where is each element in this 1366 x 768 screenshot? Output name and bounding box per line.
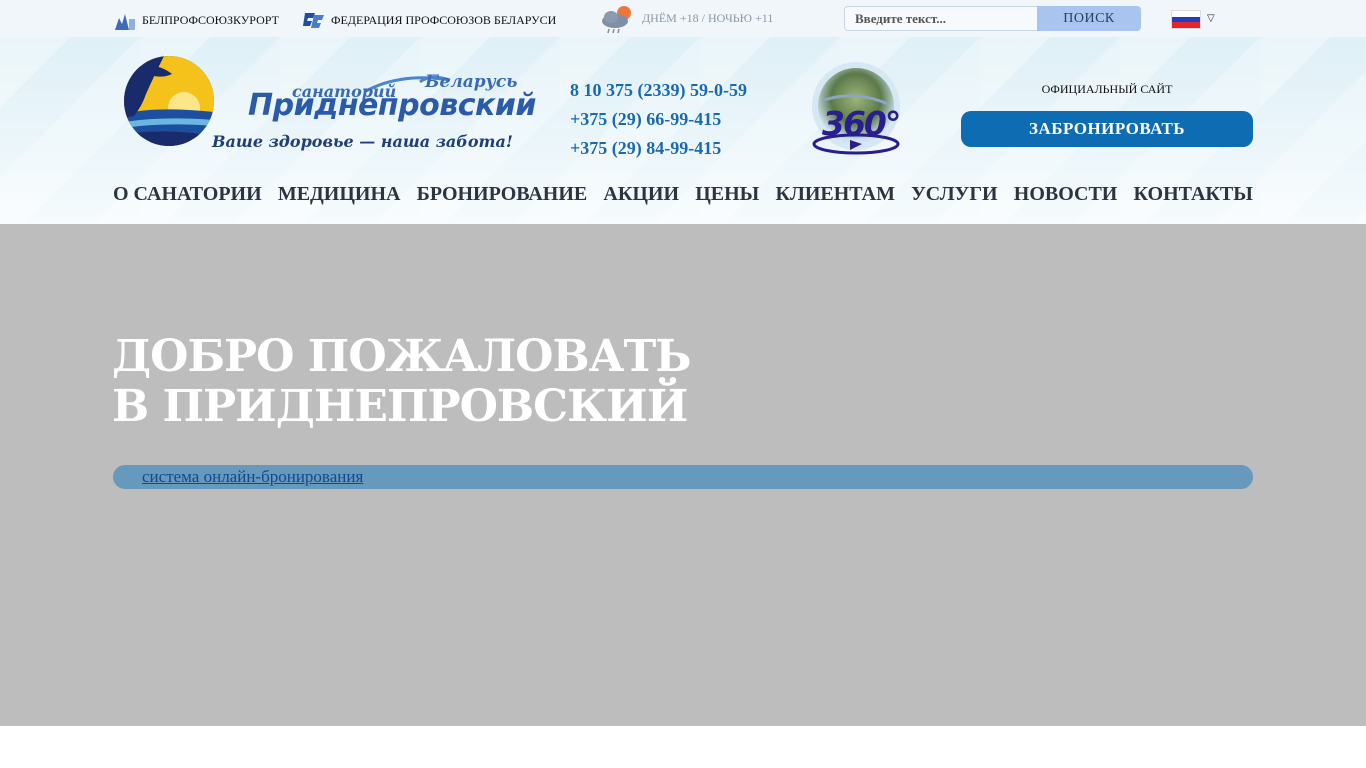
hero-banner: ДОБРО ПОЖАЛОВАТЬ В ПРИДНЕПРОВСКИЙ систем… [0, 224, 1366, 726]
logo-slogan: Ваше здоровье — наша забота! [212, 132, 513, 151]
logo-name: Приднепровский [248, 88, 536, 123]
book-button[interactable]: ЗАБРОНИРОВАТЬ [961, 111, 1253, 147]
panorama-label: 360° [822, 104, 901, 143]
nav-item-booking[interactable]: БРОНИРОВАНИЕ [417, 183, 588, 206]
nav-item-prices[interactable]: ЦЕНЫ [695, 183, 759, 206]
panorama-360-icon[interactable]: 360° [806, 60, 906, 160]
phone-list: 8 10 375 (2339) 59-0-59 +375 (29) 66-99-… [570, 76, 747, 163]
online-booking-link[interactable]: система онлайн-бронирования [142, 467, 363, 487]
nav-item-clients[interactable]: КЛИЕНТАМ [775, 183, 895, 206]
belprofsoyuzkurort-label: БЕЛПРОФСОЮЗКУРОРТ [142, 12, 279, 27]
phone-link[interactable]: +375 (29) 66-99-415 [570, 105, 747, 134]
nav-item-medicine[interactable]: МЕДИЦИНА [278, 183, 401, 206]
hero-title-line: ДОБРО ПОЖАЛОВАТЬ [112, 331, 692, 382]
fpb-link[interactable]: ФЕДЕРАЦИЯ ПРОФСОЮЗОВ БЕЛАРУСИ [302, 10, 556, 30]
nav-item-news[interactable]: НОВОСТИ [1014, 183, 1118, 206]
weather-forecast: ДНЁМ +18 / НОЧЬЮ +11 [642, 11, 774, 25]
hero-title-line: В ПРИДНЕПРОВСКИЙ [112, 381, 688, 432]
online-booking-bar: система онлайн-бронирования [113, 465, 1253, 489]
phone-link[interactable]: 8 10 375 (2339) 59-0-59 [570, 76, 747, 105]
nav-item-about[interactable]: О САНАТОРИИ [113, 183, 262, 206]
top-bar: БЕЛПРОФСОЮЗКУРОРТ ФЕДЕРАЦИЯ ПРОФСОЮЗОВ Б… [0, 0, 1366, 37]
sanatorium-logo[interactable]: санаторий Беларусь Приднепровский Ваше з… [212, 70, 536, 156]
main-nav: О САНАТОРИИ МЕДИЦИНА БРОНИРОВАНИЕ АКЦИИ … [113, 183, 1253, 206]
belprofsoyuzkurort-logo-icon [115, 14, 135, 30]
search-input[interactable] [844, 6, 1038, 31]
sanatorium-emblem-icon[interactable] [124, 56, 214, 146]
cloud-rain-sun-icon [602, 6, 631, 34]
russia-flag-icon[interactable] [1171, 10, 1201, 29]
fpb-logo-icon [303, 13, 324, 28]
hero-title: ДОБРО ПОЖАЛОВАТЬ В ПРИДНЕПРОВСКИЙ [112, 331, 692, 432]
nav-item-promotions[interactable]: АКЦИИ [603, 183, 679, 206]
fpb-label: ФЕДЕРАЦИЯ ПРОФСОЮЗОВ БЕЛАРУСИ [331, 12, 557, 27]
nav-item-services[interactable]: УСЛУГИ [911, 183, 997, 206]
nav-item-contacts[interactable]: КОНТАКТЫ [1134, 183, 1253, 206]
search-button[interactable]: ПОИСК [1037, 6, 1141, 31]
chevron-down-icon[interactable]: ▽ [1207, 13, 1215, 24]
official-site-label: ОФИЦИАЛЬНЫЙ САЙТ [1041, 82, 1173, 96]
phone-link[interactable]: +375 (29) 84-99-415 [570, 134, 747, 163]
belprofsoyuzkurort-link[interactable]: БЕЛПРОФСОЮЗКУРОРТ [113, 10, 279, 30]
